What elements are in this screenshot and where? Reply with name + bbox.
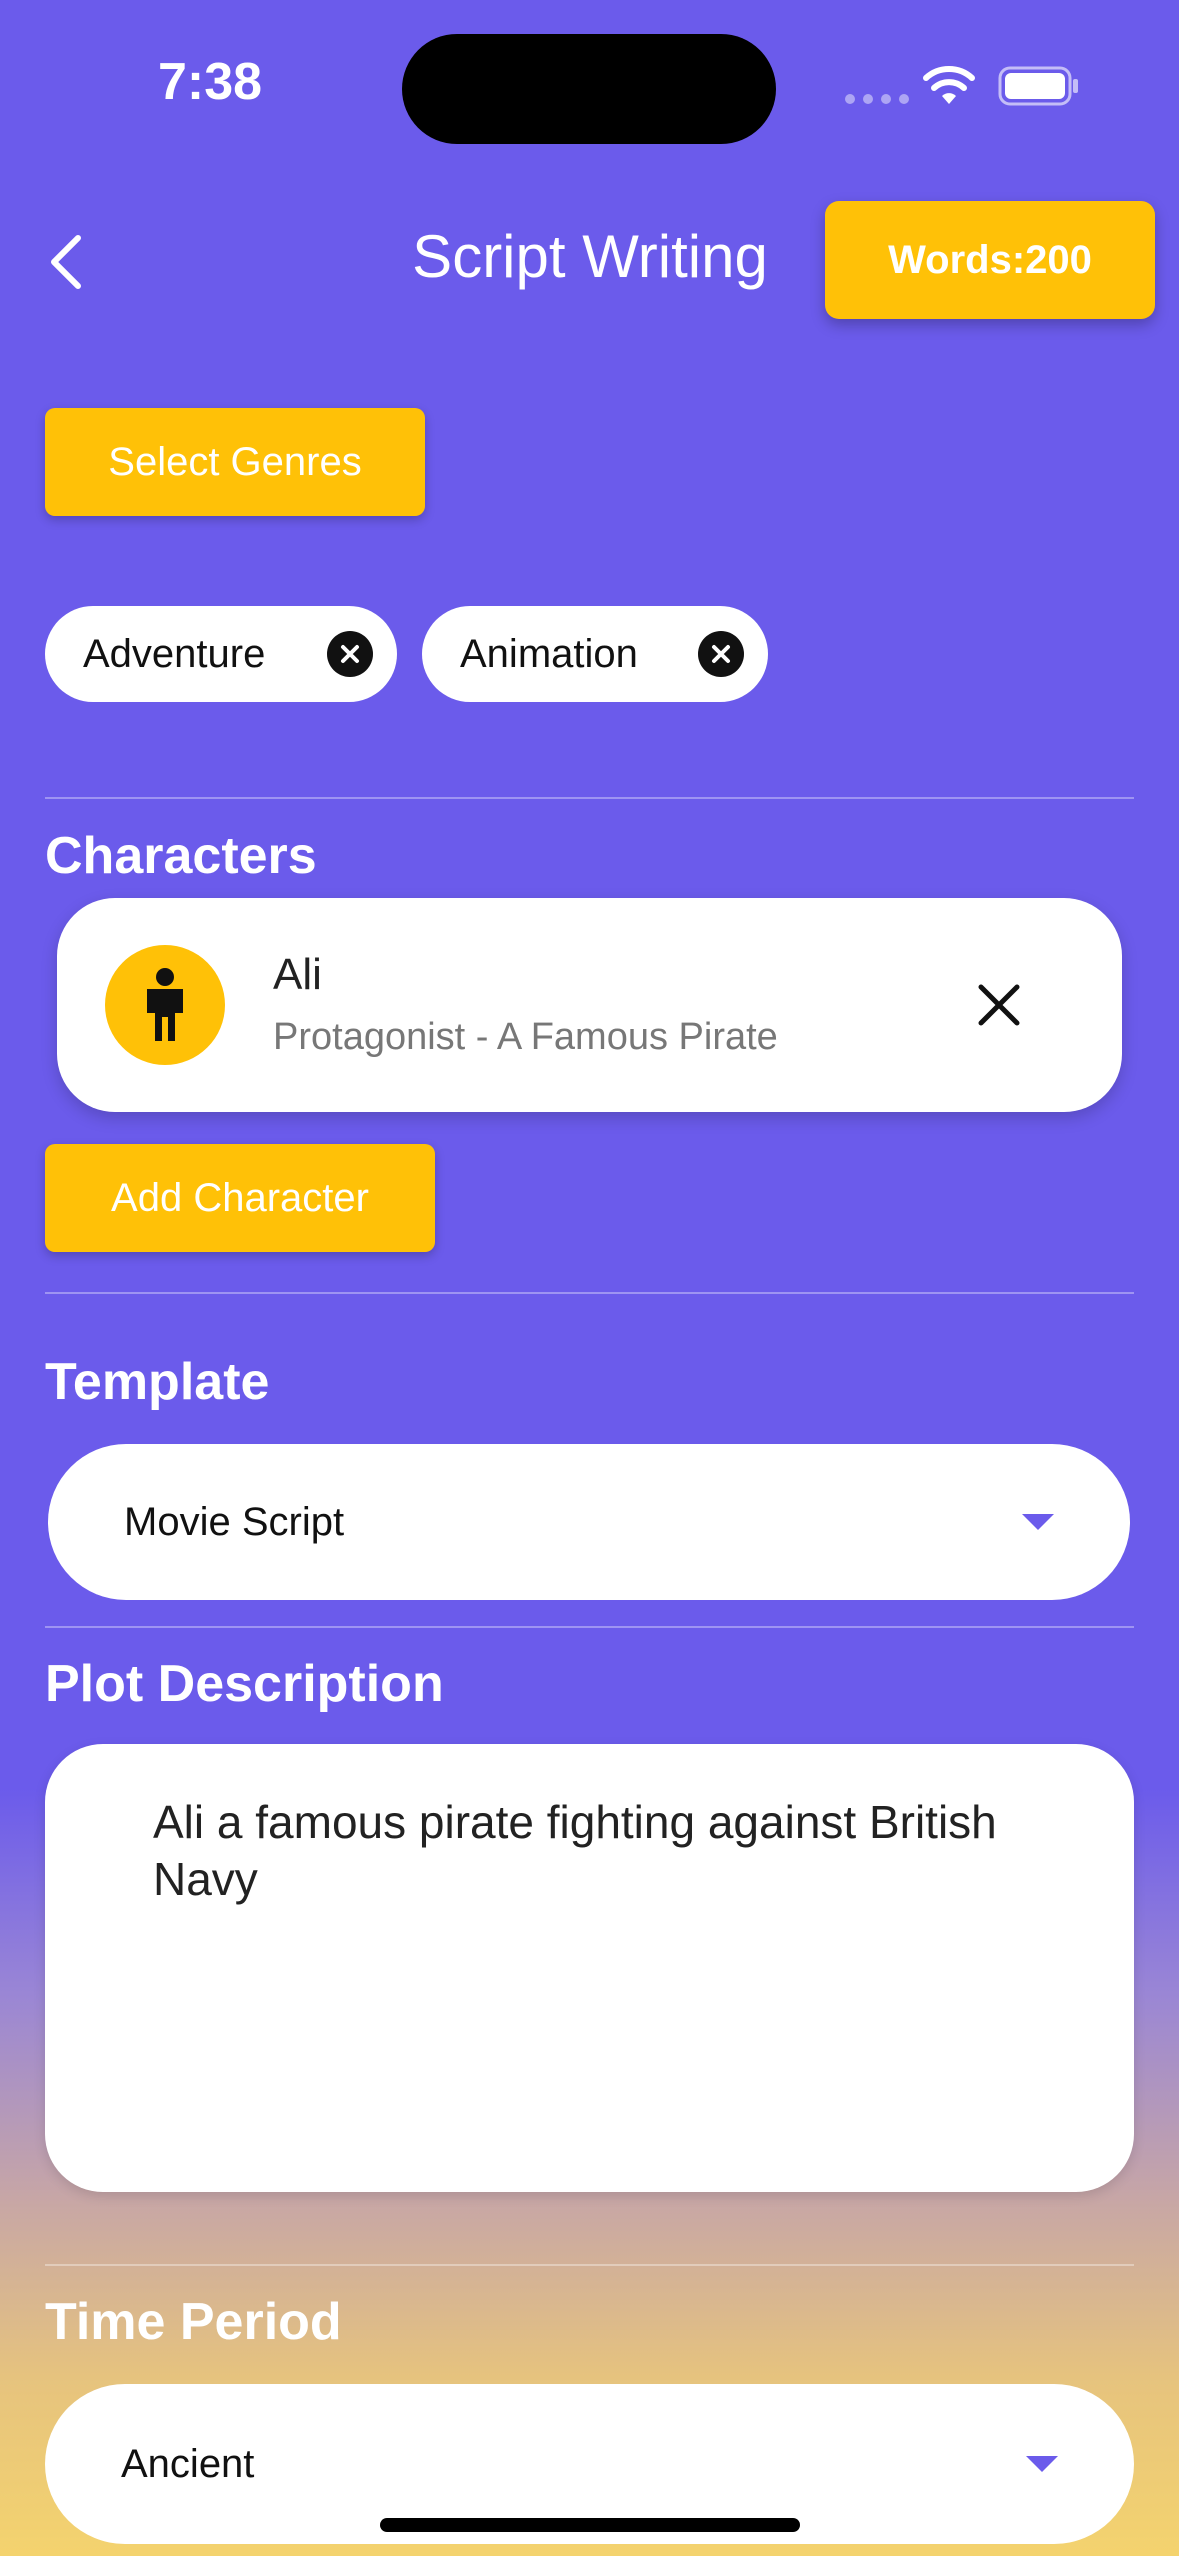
character-card[interactable]: Ali Protagonist - A Famous Pirate — [57, 898, 1122, 1112]
add-character-button[interactable]: Add Character — [45, 1144, 435, 1252]
time-period-selected-value: Ancient — [121, 2441, 255, 2486]
genre-chip-label: Animation — [460, 631, 638, 676]
characters-heading: Characters — [45, 827, 317, 885]
wifi-icon — [923, 66, 975, 104]
cellular-signal-icon — [845, 94, 909, 104]
divider — [45, 2264, 1134, 2266]
remove-character-button[interactable] — [969, 975, 1029, 1035]
script-writing-screen: 7:38 Script Writing Words:200 Select Gen… — [0, 0, 1179, 2556]
caret-down-icon — [1022, 1514, 1054, 1530]
avatar — [105, 945, 225, 1065]
select-genres-button[interactable]: Select Genres — [45, 408, 425, 516]
genre-chip-label: Adventure — [83, 631, 266, 676]
character-name: Ali — [273, 950, 322, 999]
divider — [45, 1292, 1134, 1294]
person-icon — [147, 968, 183, 1041]
back-button[interactable] — [36, 222, 96, 302]
word-count-badge[interactable]: Words:200 — [825, 201, 1155, 319]
chevron-left-icon — [51, 235, 81, 289]
genre-chip-adventure[interactable]: Adventure — [45, 606, 397, 702]
divider — [45, 1626, 1134, 1628]
template-selected-value: Movie Script — [124, 1499, 345, 1544]
page-title: Script Writing — [412, 223, 768, 290]
plot-description-input[interactable]: Ali a famous pirate fighting against Bri… — [45, 1744, 1134, 2192]
caret-down-icon — [1026, 2456, 1058, 2472]
dynamic-island — [402, 34, 776, 144]
remove-genre-icon[interactable] — [327, 631, 373, 677]
status-time: 7:38 — [158, 53, 263, 111]
home-indicator — [380, 2518, 800, 2532]
divider — [45, 797, 1134, 799]
genre-chip-animation[interactable]: Animation — [422, 606, 768, 702]
battery-icon — [998, 66, 1078, 106]
template-heading: Template — [45, 1353, 270, 1411]
character-description: Protagonist - A Famous Pirate — [273, 1016, 778, 1058]
template-dropdown[interactable]: Movie Script — [48, 1444, 1130, 1600]
time-period-heading: Time Period — [45, 2293, 342, 2351]
close-icon — [978, 984, 1020, 1026]
remove-genre-icon[interactable] — [698, 631, 744, 677]
plot-description-heading: Plot Description — [45, 1655, 444, 1713]
